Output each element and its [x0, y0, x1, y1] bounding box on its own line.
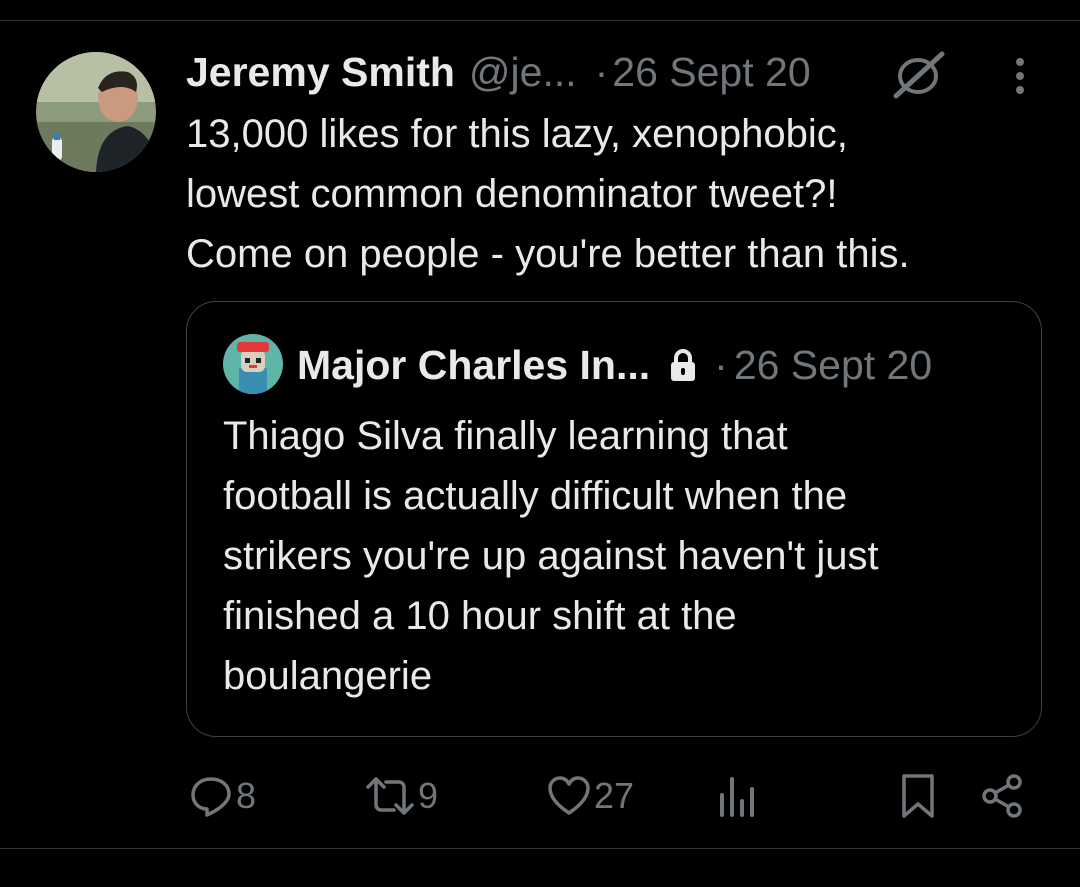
author-avatar[interactable]	[36, 52, 156, 172]
quoted-text-line: boulangerie	[223, 654, 433, 698]
lock-icon	[671, 349, 696, 381]
views-button[interactable]	[718, 766, 758, 826]
share-button[interactable]	[980, 766, 1024, 826]
quoted-text-line: strikers you're up against haven't just	[223, 534, 879, 578]
tweet-text-line: Come on people - you're better than this…	[186, 232, 910, 276]
tweet-text-line: 13,000 likes for this lazy, xenophobic,	[186, 112, 848, 156]
quoted-header: Major Charles In... · 26 Sept 20	[297, 338, 932, 392]
share-icon	[982, 774, 1022, 818]
more-icon[interactable]	[1004, 54, 1036, 100]
tweet-text: 13,000 likes for this lazy, xenophobic, …	[186, 104, 1066, 284]
retweet-count: 9	[418, 775, 439, 816]
separator-dot: ·	[714, 341, 728, 388]
reply-icon	[191, 777, 231, 817]
bookmark-icon	[902, 774, 934, 818]
tweet-text-line: lowest common denominator tweet?!	[186, 172, 838, 216]
bookmark-button[interactable]	[898, 766, 938, 826]
tweet-date[interactable]: 26 Sept 20	[612, 49, 810, 96]
tweet-header: Jeremy Smith @je... · 26 Sept 20	[186, 44, 811, 100]
author-name[interactable]: Jeremy Smith	[186, 49, 455, 96]
bottom-divider	[0, 848, 1080, 849]
retweet-icon	[366, 777, 414, 815]
tweet-actions: 8 9 27	[0, 766, 1080, 826]
like-button[interactable]: 27	[546, 766, 634, 826]
quoted-author-avatar[interactable]	[223, 334, 283, 394]
like-count: 27	[594, 775, 635, 816]
quoted-text-line: Thiago Silva finally learning that	[223, 414, 788, 458]
quoted-tweet-card[interactable]: Major Charles In... · 26 Sept 20 Thiago …	[186, 301, 1042, 737]
quoted-text-line: football is actually difficult when the	[223, 474, 848, 518]
grok-icon[interactable]	[892, 50, 948, 100]
quoted-author-name[interactable]: Major Charles In...	[297, 342, 650, 389]
reply-button[interactable]: 8	[188, 766, 256, 826]
separator-dot: ·	[594, 48, 609, 95]
views-icon	[720, 777, 754, 817]
quoted-text: Thiago Silva finally learning that footb…	[223, 406, 1023, 706]
quoted-date[interactable]: 26 Sept 20	[734, 342, 932, 389]
retweet-button[interactable]: 9	[364, 766, 438, 826]
quoted-text-line: finished a 10 hour shift at the	[223, 594, 737, 638]
like-icon	[548, 776, 590, 815]
top-divider	[0, 20, 1080, 21]
author-handle[interactable]: @je...	[469, 49, 577, 96]
reply-count: 8	[236, 775, 257, 816]
